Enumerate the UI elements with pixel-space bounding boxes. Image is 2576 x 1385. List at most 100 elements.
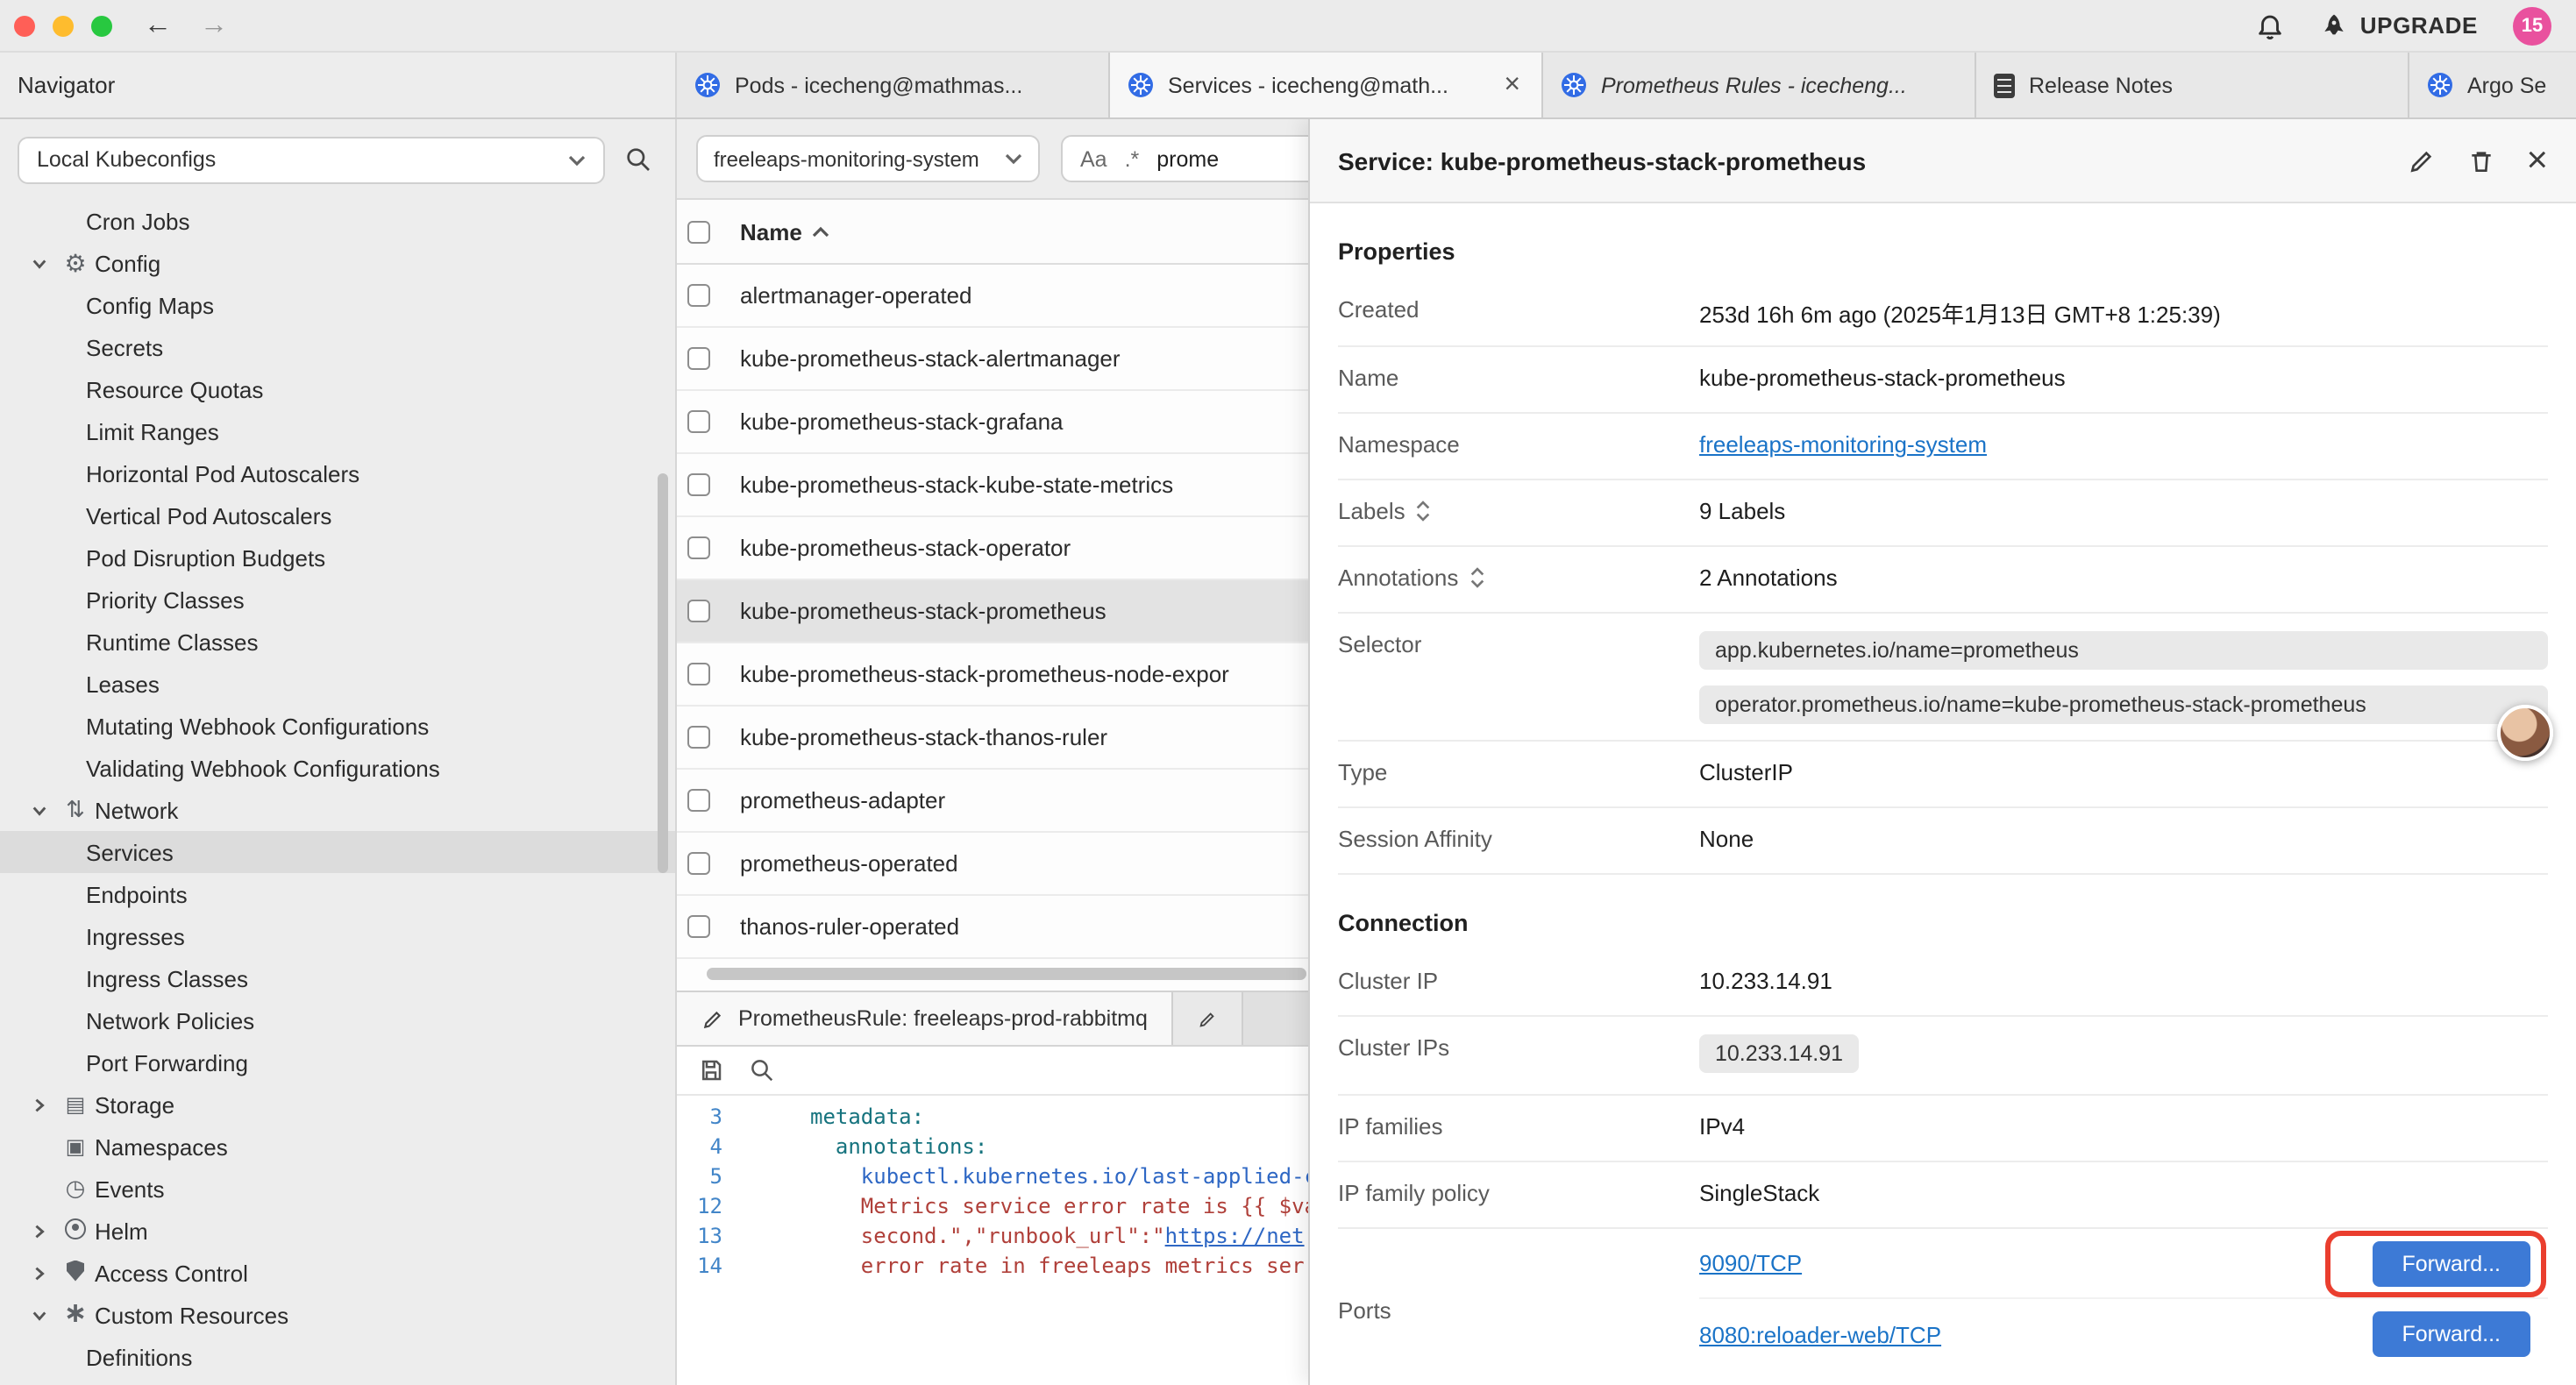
cluster-ip-value: 10.233.14.91	[1699, 968, 2548, 994]
sidebar-tree: Cron Jobs Config	[0, 200, 675, 1385]
sidebar-item[interactable]: Network Policies	[0, 999, 675, 1041]
back-button[interactable]: ←	[130, 11, 186, 39]
kubeconfig-row: Local Kubeconfigs	[0, 119, 675, 200]
tab-strip: Navigator	[0, 53, 2576, 119]
notifications-bell-icon[interactable]	[2255, 11, 2285, 40]
kubeconfig-selector[interactable]: Local Kubeconfigs	[18, 136, 605, 183]
sidebar-item[interactable]: Custom Resources	[0, 1294, 675, 1336]
sidebar-item-label: Network Policies	[86, 1007, 254, 1033]
avatar[interactable]	[2497, 705, 2553, 761]
sidebar-item[interactable]: Access Control	[0, 1252, 675, 1294]
row-checkbox[interactable]	[687, 726, 710, 749]
expand-collapse-icon[interactable]	[1416, 500, 1432, 522]
expand-collapse-icon[interactable]	[1469, 566, 1484, 589]
sidebar-item-label: Events	[95, 1175, 165, 1202]
selector-badge: app.kubernetes.io/name=prometheus	[1699, 631, 2548, 670]
row-checkbox[interactable]	[687, 536, 710, 559]
sidebar-item[interactable]: Validating Webhook Configurations	[0, 747, 675, 789]
namespace-filter-select[interactable]: freeleaps-monitoring-system	[696, 135, 1040, 182]
sidebar-scrollbar[interactable]	[658, 473, 668, 873]
port-link[interactable]: 8080:reloader-web/TCP	[1699, 1321, 1941, 1347]
delete-icon[interactable]	[2466, 146, 2494, 174]
sidebar-item[interactable]: Horizontal Pod Autoscalers	[0, 452, 675, 494]
sidebar-item[interactable]: Pod Disruption Budgets	[0, 536, 675, 579]
sidebar-item[interactable]: Cron Jobs	[0, 200, 675, 242]
sidebar-item[interactable]: Resource Quotas	[0, 368, 675, 410]
row-checkbox[interactable]	[687, 852, 710, 875]
sidebar-item-label: Port Forwarding	[86, 1049, 248, 1076]
annotations-value[interactable]: 2 Annotations	[1699, 565, 2548, 591]
sidebar-item[interactable]: Config Maps	[0, 284, 675, 326]
editor-search-icon[interactable]	[749, 1057, 775, 1083]
sort-ascending-icon[interactable]	[813, 225, 830, 238]
tab[interactable]: Prometheus Rules - icecheng...	[1543, 53, 1976, 117]
sidebar-item-label: Secrets	[86, 334, 163, 360]
sidebar-item[interactable]: Port Forwarding	[0, 1041, 675, 1083]
row-checkbox[interactable]	[687, 600, 710, 622]
sidebar-item[interactable]: Leases	[0, 663, 675, 705]
zoom-window-button[interactable]	[91, 15, 112, 36]
edit-icon[interactable]	[2407, 146, 2435, 174]
sidebar-item[interactable]: Services	[0, 831, 675, 873]
sidebar-item[interactable]: Endpoints	[0, 873, 675, 915]
tab[interactable]: Services - icecheng@math... ×	[1110, 53, 1543, 117]
row-checkbox[interactable]	[687, 663, 710, 685]
row-checkbox[interactable]	[687, 347, 710, 370]
sidebar-item[interactable]: Definitions	[0, 1336, 675, 1378]
upgrade-button[interactable]: UPGRADE	[2320, 11, 2478, 39]
chevron-slot	[32, 1265, 60, 1281]
detail-header: Service: kube-prometheus-stack-prometheu…	[1310, 119, 2576, 203]
match-case-toggle[interactable]: Aa	[1080, 146, 1107, 171]
sidebar-item[interactable]: Namespaces	[0, 1126, 675, 1168]
name-column-header[interactable]: Name	[740, 218, 802, 245]
forward-button[interactable]: Forward...	[2372, 1240, 2530, 1286]
forward-button[interactable]: Forward...	[2372, 1311, 2530, 1357]
labels-value[interactable]: 9 Labels	[1699, 498, 2548, 524]
chevron-down-icon	[32, 802, 47, 818]
sidebar-item[interactable]: Vertical Pod Autoscalers	[0, 494, 675, 536]
sidebar-item[interactable]: Ingress Classes	[0, 957, 675, 999]
search-input[interactable]: Aa .* prome	[1061, 135, 1327, 182]
minimize-window-button[interactable]	[53, 15, 74, 36]
sidebar-item[interactable]: Ingresses	[0, 915, 675, 957]
sidebar-item[interactable]: Mutating Webhook Configurations	[0, 705, 675, 747]
sidebar-item-label: Limit Ranges	[86, 418, 219, 444]
select-all-checkbox[interactable]	[687, 220, 710, 243]
sidebar-item[interactable]: Events	[0, 1168, 675, 1210]
row-checkbox[interactable]	[687, 915, 710, 938]
dock-tab-active[interactable]: PrometheusRule: freeleaps-prod-rabbitmq	[677, 992, 1174, 1045]
service-name: kube-prometheus-stack-alertmanager	[740, 345, 1121, 372]
save-icon[interactable]	[698, 1057, 724, 1083]
regex-toggle[interactable]: .*	[1125, 146, 1140, 171]
line-number: 12	[677, 1192, 740, 1222]
scrollbar-thumb[interactable]	[707, 968, 1306, 980]
created-value: 253d 16h 6m ago (2025年1月13日 GMT+8 1:25:3…	[1699, 296, 2548, 330]
close-icon[interactable]: ×	[2526, 142, 2548, 179]
tab[interactable]: Argo Se	[2409, 53, 2576, 117]
sidebar-item[interactable]: Storage	[0, 1083, 675, 1126]
row-checkbox[interactable]	[687, 789, 710, 812]
sidebar-item[interactable]: Secrets	[0, 326, 675, 368]
tab[interactable]: Release Notes	[1976, 53, 2409, 117]
dock-tab-partial[interactable]	[1174, 992, 1244, 1045]
namespace-link[interactable]: freeleaps-monitoring-system	[1699, 431, 1987, 458]
tab[interactable]: Pods - icecheng@mathmas...	[677, 53, 1110, 117]
sidebar-item-icon	[60, 1261, 91, 1286]
sidebar-item[interactable]: Priority Classes	[0, 579, 675, 621]
sidebar-item[interactable]: Limit Ranges	[0, 410, 675, 452]
forward-nav-button[interactable]: →	[186, 11, 242, 39]
created-row: Created 253d 16h 6m ago (2025年1月13日 GMT+…	[1338, 279, 2548, 347]
sidebar-item[interactable]: Helm	[0, 1210, 675, 1252]
row-checkbox[interactable]	[687, 410, 710, 433]
row-checkbox[interactable]	[687, 284, 710, 307]
row-checkbox[interactable]	[687, 473, 710, 496]
sidebar-search-icon[interactable]	[619, 140, 658, 179]
port-link[interactable]: 9090/TCP	[1699, 1250, 1802, 1276]
tab-close-icon[interactable]: ×	[1500, 71, 1524, 99]
close-window-button[interactable]	[14, 15, 35, 36]
sidebar-item[interactable]: Runtime Classes	[0, 621, 675, 663]
notification-count-badge[interactable]: 15	[2513, 6, 2551, 45]
sidebar-item-label: Runtime Classes	[86, 629, 259, 655]
sidebar-item[interactable]: Network	[0, 789, 675, 831]
sidebar-item[interactable]: Config	[0, 242, 675, 284]
